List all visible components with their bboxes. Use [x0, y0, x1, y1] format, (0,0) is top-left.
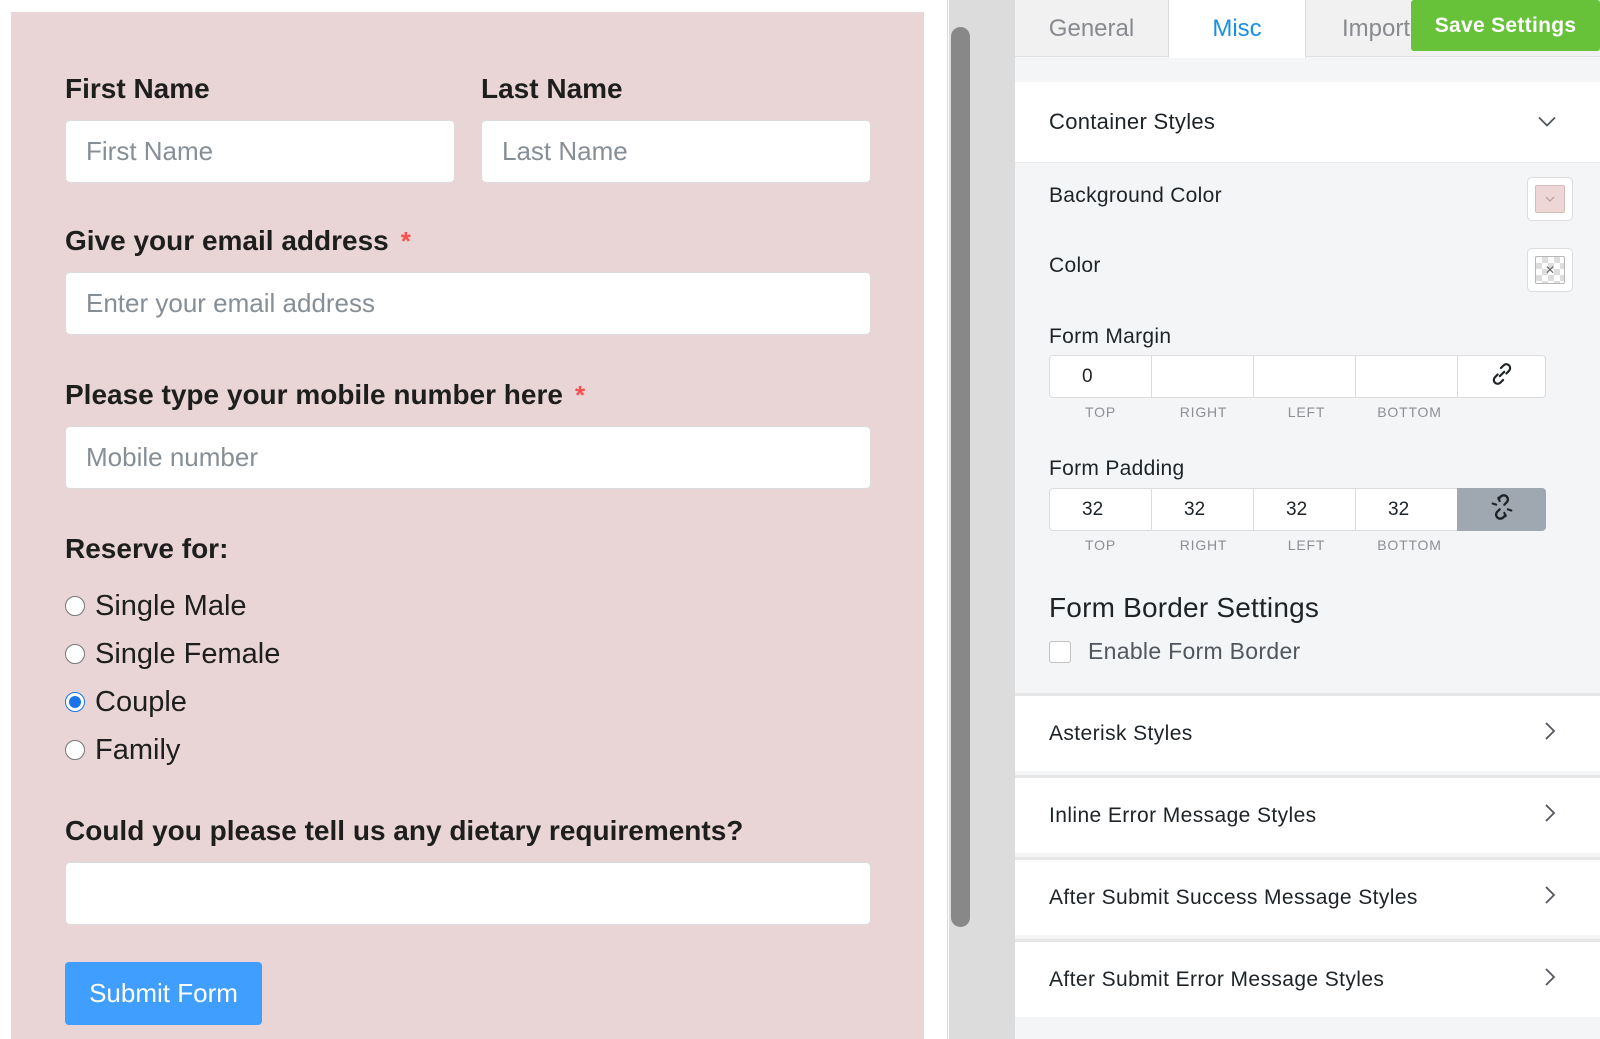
form-padding-inputs	[1049, 488, 1548, 531]
tab-general[interactable]: General	[1015, 0, 1169, 57]
reserve-radio-list: Single Male Single Female Couple Family	[65, 582, 871, 774]
radio-option-single-male[interactable]: Single Male	[65, 582, 871, 630]
padding-captions: TOP RIGHT LEFT BOTTOM	[1049, 537, 1469, 553]
radio-label: Family	[95, 733, 181, 766]
radio-couple[interactable]	[65, 692, 85, 712]
mobile-group: Please type your mobile number here *	[65, 378, 871, 489]
form-padding-label: Form Padding	[1049, 457, 1185, 480]
caption-left: LEFT	[1287, 537, 1326, 553]
radio-family[interactable]	[65, 740, 85, 760]
margin-bottom-input[interactable]	[1355, 355, 1458, 398]
padding-top-input[interactable]	[1049, 488, 1152, 531]
enable-form-border-toggle[interactable]: Enable Form Border	[1049, 638, 1301, 665]
caption-right: RIGHT	[1179, 537, 1228, 553]
dietary-input[interactable]	[65, 862, 871, 925]
caption-top: TOP	[1085, 404, 1116, 420]
chevron-right-icon	[1545, 967, 1556, 992]
asterisk-styles-title: Asterisk Styles	[1049, 721, 1193, 745]
margin-top-input[interactable]	[1049, 355, 1152, 398]
save-settings-button[interactable]: Save Settings	[1411, 0, 1600, 51]
caption-top: TOP	[1085, 537, 1116, 553]
required-asterisk: *	[574, 380, 586, 410]
dietary-label: Could you please tell us any dietary req…	[65, 815, 744, 846]
radio-label: Single Male	[95, 589, 247, 622]
error-message-styles-title: After Submit Error Message Styles	[1049, 967, 1385, 991]
first-name-label: First Name	[65, 73, 210, 104]
form-preview: First Name Last Name Give your email add…	[11, 12, 924, 1039]
tab-misc[interactable]: Misc	[1169, 0, 1306, 58]
inline-error-styles-section[interactable]: Inline Error Message Styles	[1015, 775, 1600, 853]
chevron-right-icon	[1545, 721, 1556, 746]
mobile-input[interactable]	[65, 426, 871, 489]
background-color-label: Background Color	[1049, 184, 1222, 207]
margin-left-input[interactable]	[1253, 355, 1356, 398]
email-group: Give your email address *	[65, 224, 871, 335]
preview-gutter	[924, 0, 948, 1039]
required-asterisk: *	[400, 226, 411, 256]
last-name-label: Last Name	[481, 73, 623, 104]
first-name-group: First Name	[65, 72, 455, 183]
enable-form-border-checkbox[interactable]	[1049, 640, 1071, 663]
caption-right: RIGHT	[1179, 404, 1228, 420]
container-styles-header[interactable]: Container Styles	[1015, 82, 1600, 163]
radio-label: Couple	[95, 685, 187, 718]
radio-label: Single Female	[95, 637, 281, 670]
padding-right-input[interactable]	[1151, 488, 1254, 531]
chevron-down-icon	[1535, 185, 1565, 213]
background-color-picker[interactable]	[1527, 177, 1573, 221]
name-row: First Name Last Name	[65, 72, 871, 197]
link-icon	[1489, 361, 1515, 392]
reserve-label: Reserve for:	[65, 533, 229, 564]
radio-option-couple[interactable]: Couple	[65, 678, 871, 726]
radio-option-single-female[interactable]: Single Female	[65, 630, 871, 678]
color-label: Color	[1049, 254, 1101, 277]
form-margin-label: Form Margin	[1049, 325, 1172, 348]
padding-left-input[interactable]	[1253, 488, 1356, 531]
caption-left: LEFT	[1287, 404, 1326, 420]
chevron-right-icon	[1545, 885, 1556, 910]
last-name-input[interactable]	[481, 120, 871, 183]
form-margin-inputs	[1049, 355, 1548, 398]
container-styles-title: Container Styles	[1049, 109, 1216, 134]
submit-form-button[interactable]: Submit Form	[65, 962, 262, 1025]
asterisk-styles-section[interactable]: Asterisk Styles	[1015, 693, 1600, 771]
padding-unlink-button[interactable]	[1457, 488, 1546, 531]
unlink-icon	[1488, 493, 1516, 526]
email-label: Give your email address *	[65, 224, 871, 258]
settings-panel: General Misc Import Container Styles Bac…	[1015, 0, 1600, 1039]
form-border-heading: Form Border Settings	[1049, 592, 1320, 623]
color-picker[interactable]: ✕	[1527, 248, 1573, 292]
email-label-text: Give your email address	[65, 225, 389, 256]
margin-captions: TOP RIGHT LEFT BOTTOM	[1049, 404, 1469, 420]
caption-bottom: BOTTOM	[1377, 404, 1442, 420]
caption-bottom: BOTTOM	[1377, 537, 1442, 553]
mobile-label-text: Please type your mobile number here	[65, 379, 563, 410]
enable-form-border-label: Enable Form Border	[1088, 638, 1301, 664]
inline-error-styles-title: Inline Error Message Styles	[1049, 803, 1317, 827]
reserve-group: Reserve for: Single Male Single Female C…	[65, 532, 871, 774]
margin-link-button[interactable]	[1457, 355, 1546, 398]
mobile-label: Please type your mobile number here *	[65, 378, 871, 412]
chevron-right-icon	[1545, 803, 1556, 828]
success-message-styles-section[interactable]: After Submit Success Message Styles	[1015, 857, 1600, 935]
transparent-swatch-icon: ✕	[1535, 256, 1565, 284]
email-input[interactable]	[65, 272, 871, 335]
radio-single-male[interactable]	[65, 596, 85, 616]
radio-single-female[interactable]	[65, 644, 85, 664]
error-message-styles-section[interactable]: After Submit Error Message Styles	[1015, 939, 1600, 1017]
margin-right-input[interactable]	[1151, 355, 1254, 398]
dietary-group: Could you please tell us any dietary req…	[65, 814, 871, 925]
success-message-styles-title: After Submit Success Message Styles	[1049, 885, 1418, 909]
padding-bottom-input[interactable]	[1355, 488, 1458, 531]
last-name-group: Last Name	[481, 72, 871, 183]
radio-option-family[interactable]: Family	[65, 726, 871, 774]
scrollbar-thumb[interactable]	[951, 27, 970, 927]
chevron-down-icon	[1538, 111, 1556, 134]
first-name-input[interactable]	[65, 120, 455, 183]
